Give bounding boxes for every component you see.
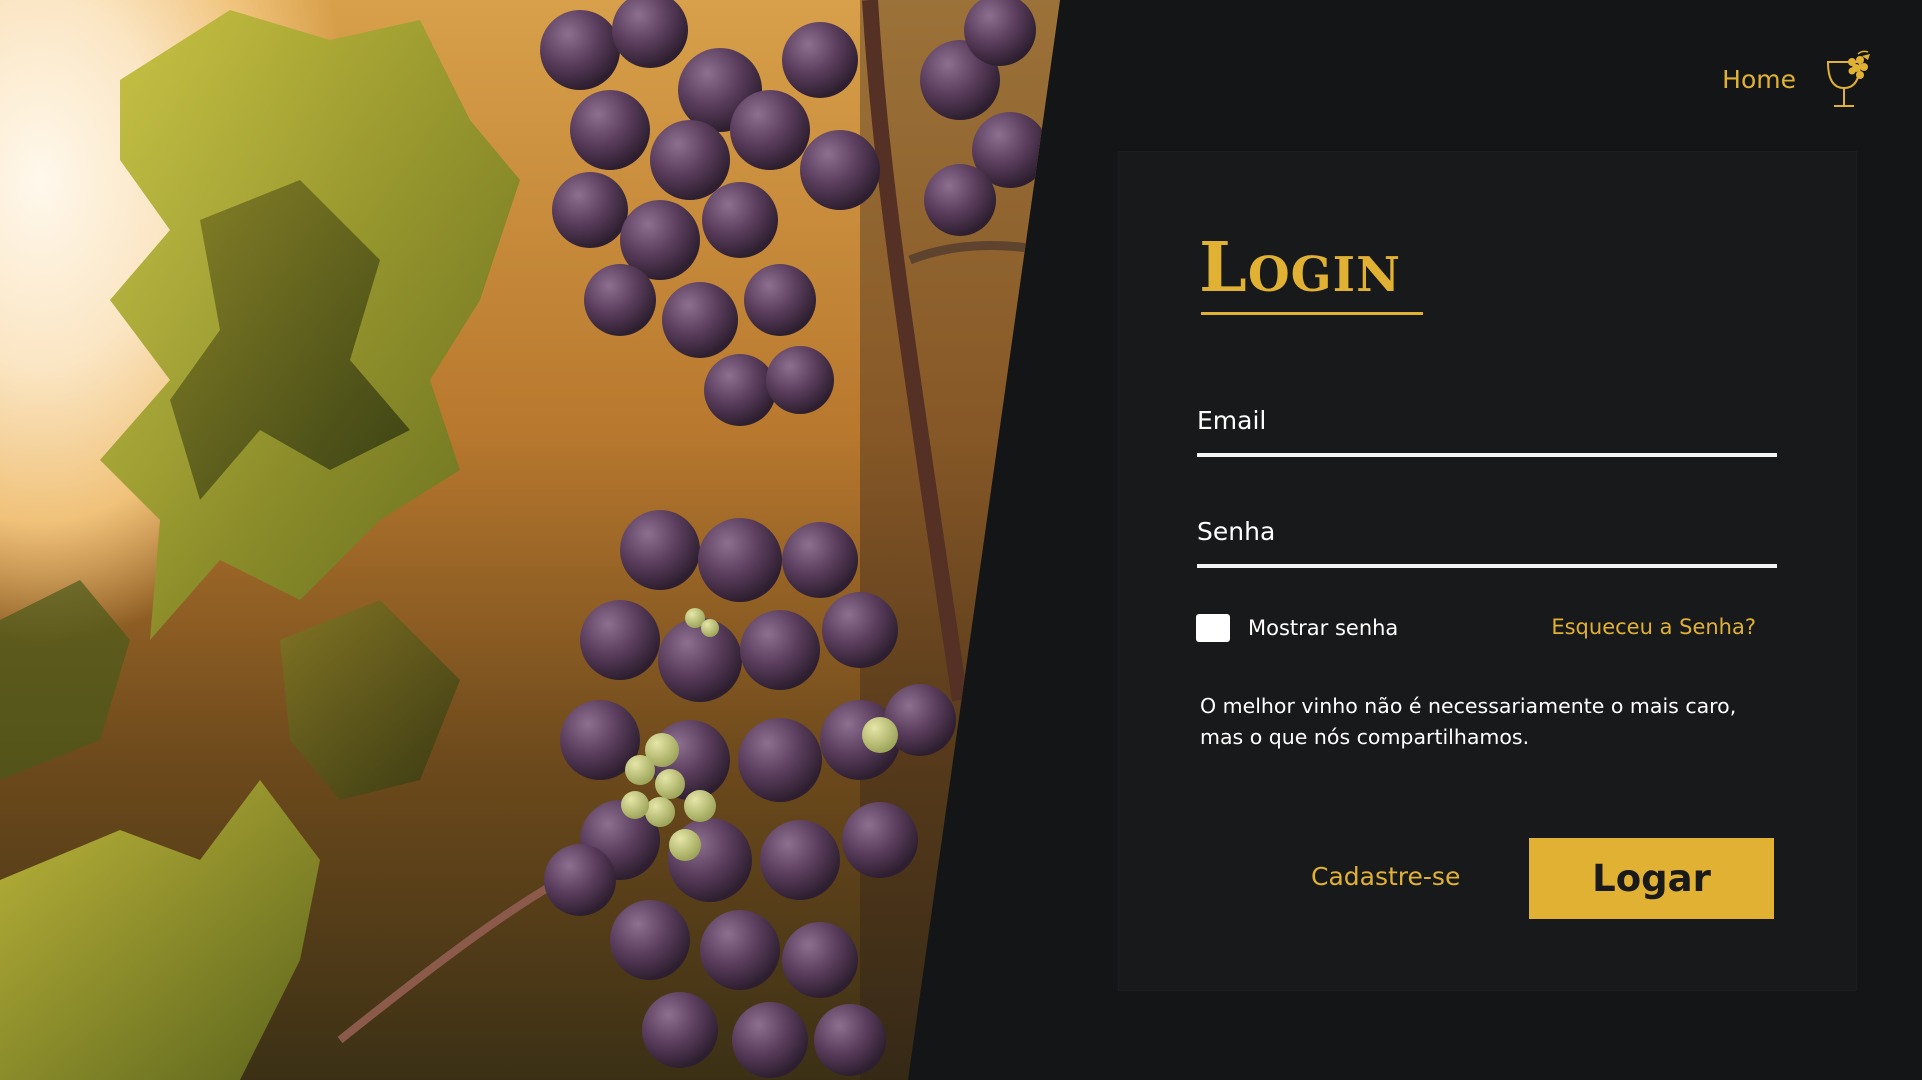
show-password-checkbox[interactable] — [1196, 614, 1230, 642]
title-underline — [1201, 312, 1423, 315]
password-label: Senha — [1197, 517, 1276, 546]
email-input[interactable] — [1197, 443, 1777, 457]
vineyard-hero-image — [0, 0, 1060, 1080]
login-button[interactable]: Logar — [1529, 838, 1774, 919]
top-nav: Home — [1722, 48, 1874, 110]
page-title: Login — [1199, 228, 1401, 308]
wine-quote: O melhor vinho não é necessariamente o m… — [1200, 694, 1737, 749]
grapes-illustration — [0, 0, 1060, 1080]
email-field: Email — [1197, 406, 1777, 457]
login-card: Login Email Senha Mostrar senha Esqueceu… — [1119, 152, 1856, 990]
forgot-password-link[interactable]: Esqueceu a Senha? — [1551, 615, 1756, 639]
show-password-label: Mostrar senha — [1248, 616, 1399, 640]
nav-home-link[interactable]: Home — [1722, 65, 1796, 94]
password-field: Senha — [1197, 517, 1777, 568]
signup-link[interactable]: Cadastre-se — [1311, 862, 1460, 891]
email-label: Email — [1197, 406, 1267, 435]
show-password-row: Mostrar senha — [1196, 614, 1398, 642]
wine-glass-grapes-icon[interactable] — [1822, 48, 1874, 110]
password-input[interactable] — [1197, 554, 1777, 568]
